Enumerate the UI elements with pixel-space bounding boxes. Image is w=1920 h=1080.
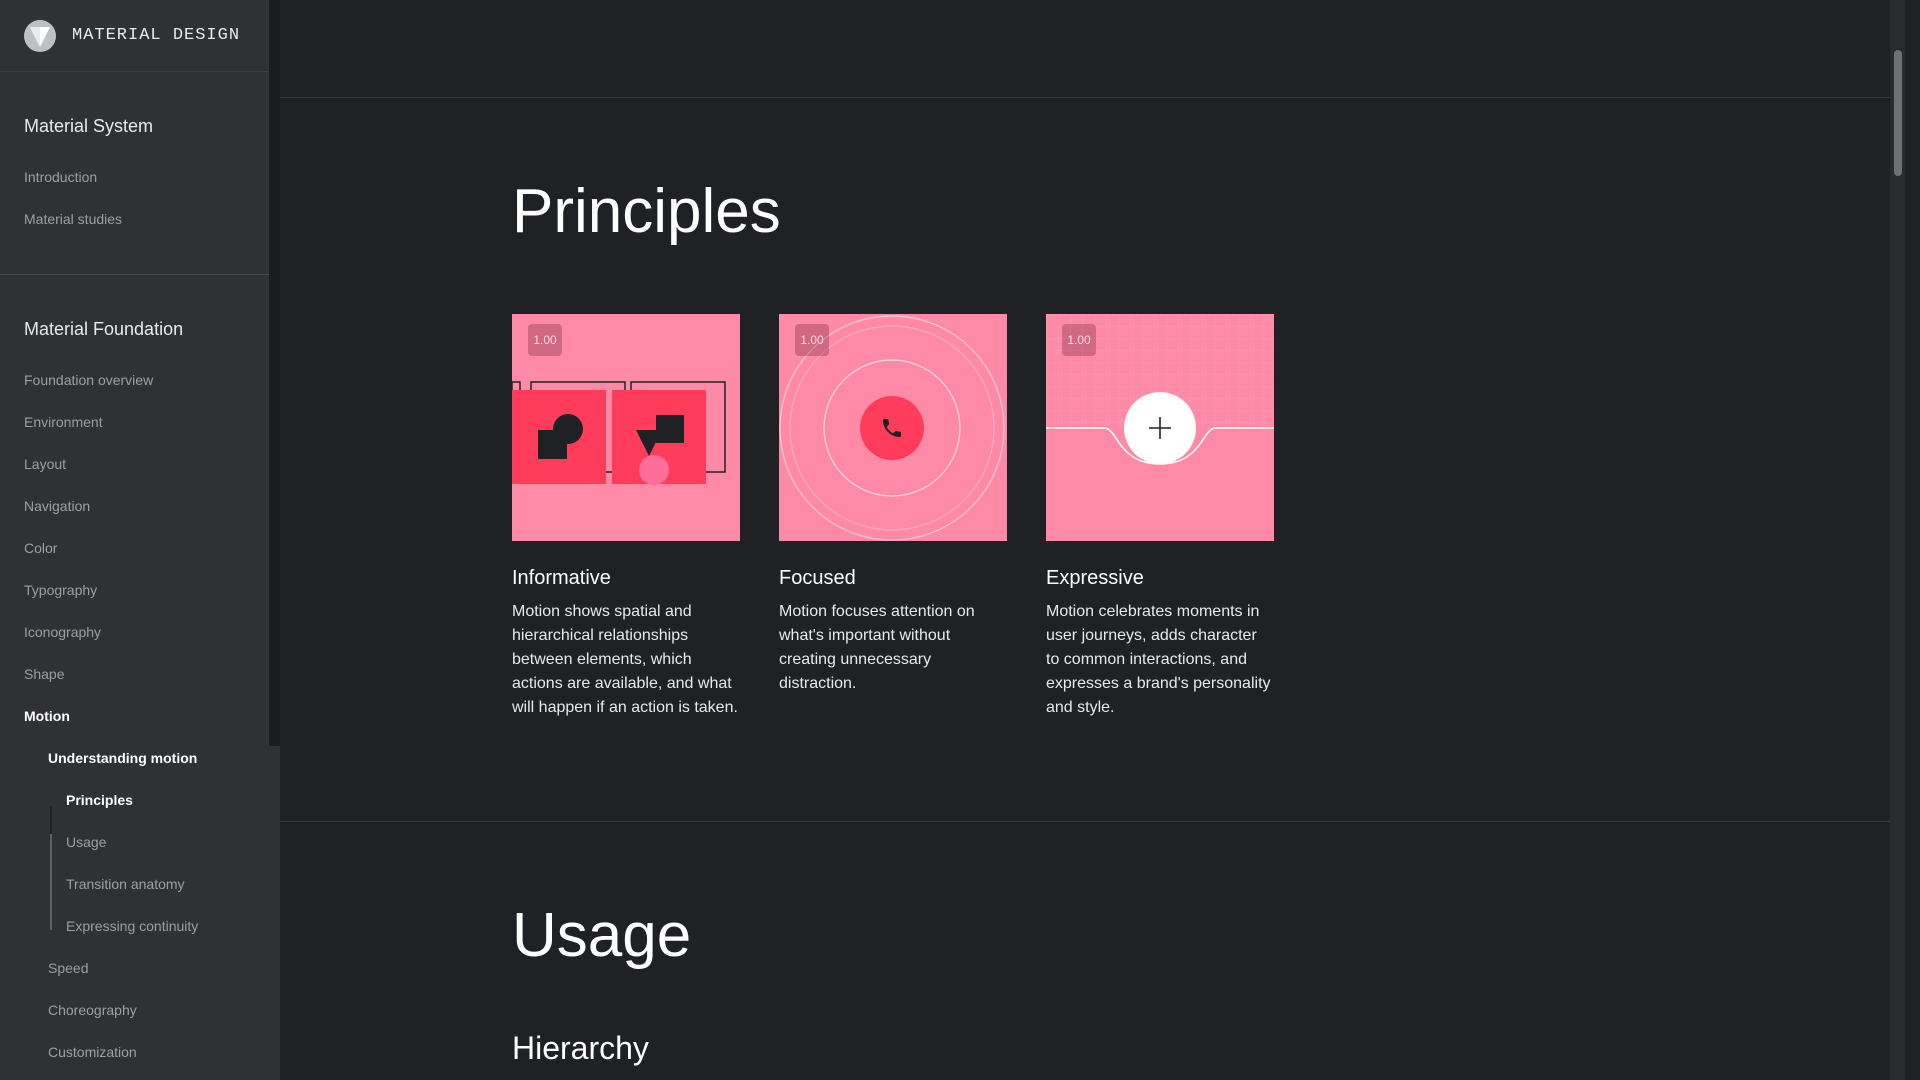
section-divider-top <box>280 97 1905 98</box>
usage-title: Usage <box>512 901 692 970</box>
nav-item-motion[interactable]: Motion <box>24 695 256 737</box>
nav-item-usage[interactable]: Usage <box>66 821 256 863</box>
nav-section-foundation: Material Foundation Foundation overview … <box>0 275 280 1073</box>
nav-item-principles[interactable]: Principles <box>66 779 256 821</box>
focused-illustration[interactable]: 1.00 <box>779 314 1007 541</box>
nav-section-system: Material System Introduction Material st… <box>0 72 280 274</box>
main-content: Principles 1.00 Informative Motion shows… <box>280 0 1905 1080</box>
nav-item-foundation-overview[interactable]: Foundation overview <box>24 359 256 401</box>
principle-card-informative: 1.00 Informative Motion shows spatial an… <box>512 314 740 720</box>
nav-item-material-studies[interactable]: Material studies <box>24 198 256 240</box>
nav-heading-foundation[interactable]: Material Foundation <box>24 319 256 345</box>
nav-item-iconography[interactable]: Iconography <box>24 611 256 653</box>
principle-card-focused: 1.00 Focused Motion focuses attention on… <box>779 314 1007 696</box>
nav-item-choreography[interactable]: Choreography <box>48 989 256 1031</box>
nav-item-speed[interactable]: Speed <box>48 947 256 989</box>
expressive-illustration[interactable]: 1.00 <box>1046 314 1274 541</box>
phone-icon <box>883 419 901 437</box>
nav-item-layout[interactable]: Layout <box>24 443 256 485</box>
nav-item-expressing-continuity[interactable]: Expressing continuity <box>66 905 256 947</box>
nav-item-transition-anatomy[interactable]: Transition anatomy <box>66 863 256 905</box>
speed-badge[interactable]: 1.00 <box>1062 324 1096 356</box>
nav-item-environment[interactable]: Environment <box>24 401 256 443</box>
page-scrollbar[interactable] <box>1890 0 1905 1080</box>
card-description: Motion celebrates moments in user journe… <box>1046 603 1271 716</box>
material-logo-icon <box>24 19 56 52</box>
nav-item-typography[interactable]: Typography <box>24 569 256 611</box>
nav-tree-line <box>50 806 52 930</box>
speed-badge[interactable]: 1.00 <box>528 324 562 356</box>
nav-item-navigation[interactable]: Navigation <box>24 485 256 527</box>
nav-tree-active-marker <box>50 806 52 834</box>
nav-item-understanding-motion[interactable]: Understanding motion <box>48 737 256 779</box>
nav-item-introduction[interactable]: Introduction <box>24 156 256 198</box>
card-title: Informative <box>512 567 611 589</box>
card-title: Focused <box>779 567 856 589</box>
plus-icon <box>1149 417 1171 439</box>
sidebar: MATERIAL DESIGN Material System Introduc… <box>0 0 280 1080</box>
hierarchy-title: Hierarchy <box>512 1030 649 1066</box>
principle-card-expressive: 1.00 Expressive Motion celebrates moment… <box>1046 314 1274 720</box>
nav-item-customization[interactable]: Customization <box>48 1031 256 1073</box>
brand-header[interactable]: MATERIAL DESIGN <box>0 0 280 72</box>
sidebar-scrollbar[interactable] <box>269 0 280 746</box>
nav-item-color[interactable]: Color <box>24 527 256 569</box>
section-divider-usage <box>280 821 1905 822</box>
card-title: Expressive <box>1046 567 1144 589</box>
card-description: Motion shows spatial and hierarchical re… <box>512 603 738 716</box>
nav-item-shape[interactable]: Shape <box>24 653 256 695</box>
brand-name: MATERIAL DESIGN <box>72 26 241 45</box>
nav-heading-system[interactable]: Material System <box>24 116 256 142</box>
speed-badge[interactable]: 1.00 <box>795 324 829 356</box>
card-description: Motion focuses attention on what's impor… <box>779 603 975 692</box>
page-title: Principles <box>512 177 781 246</box>
informative-illustration[interactable]: 1.00 <box>512 314 740 541</box>
page-scrollbar-thumb[interactable] <box>1894 50 1902 176</box>
